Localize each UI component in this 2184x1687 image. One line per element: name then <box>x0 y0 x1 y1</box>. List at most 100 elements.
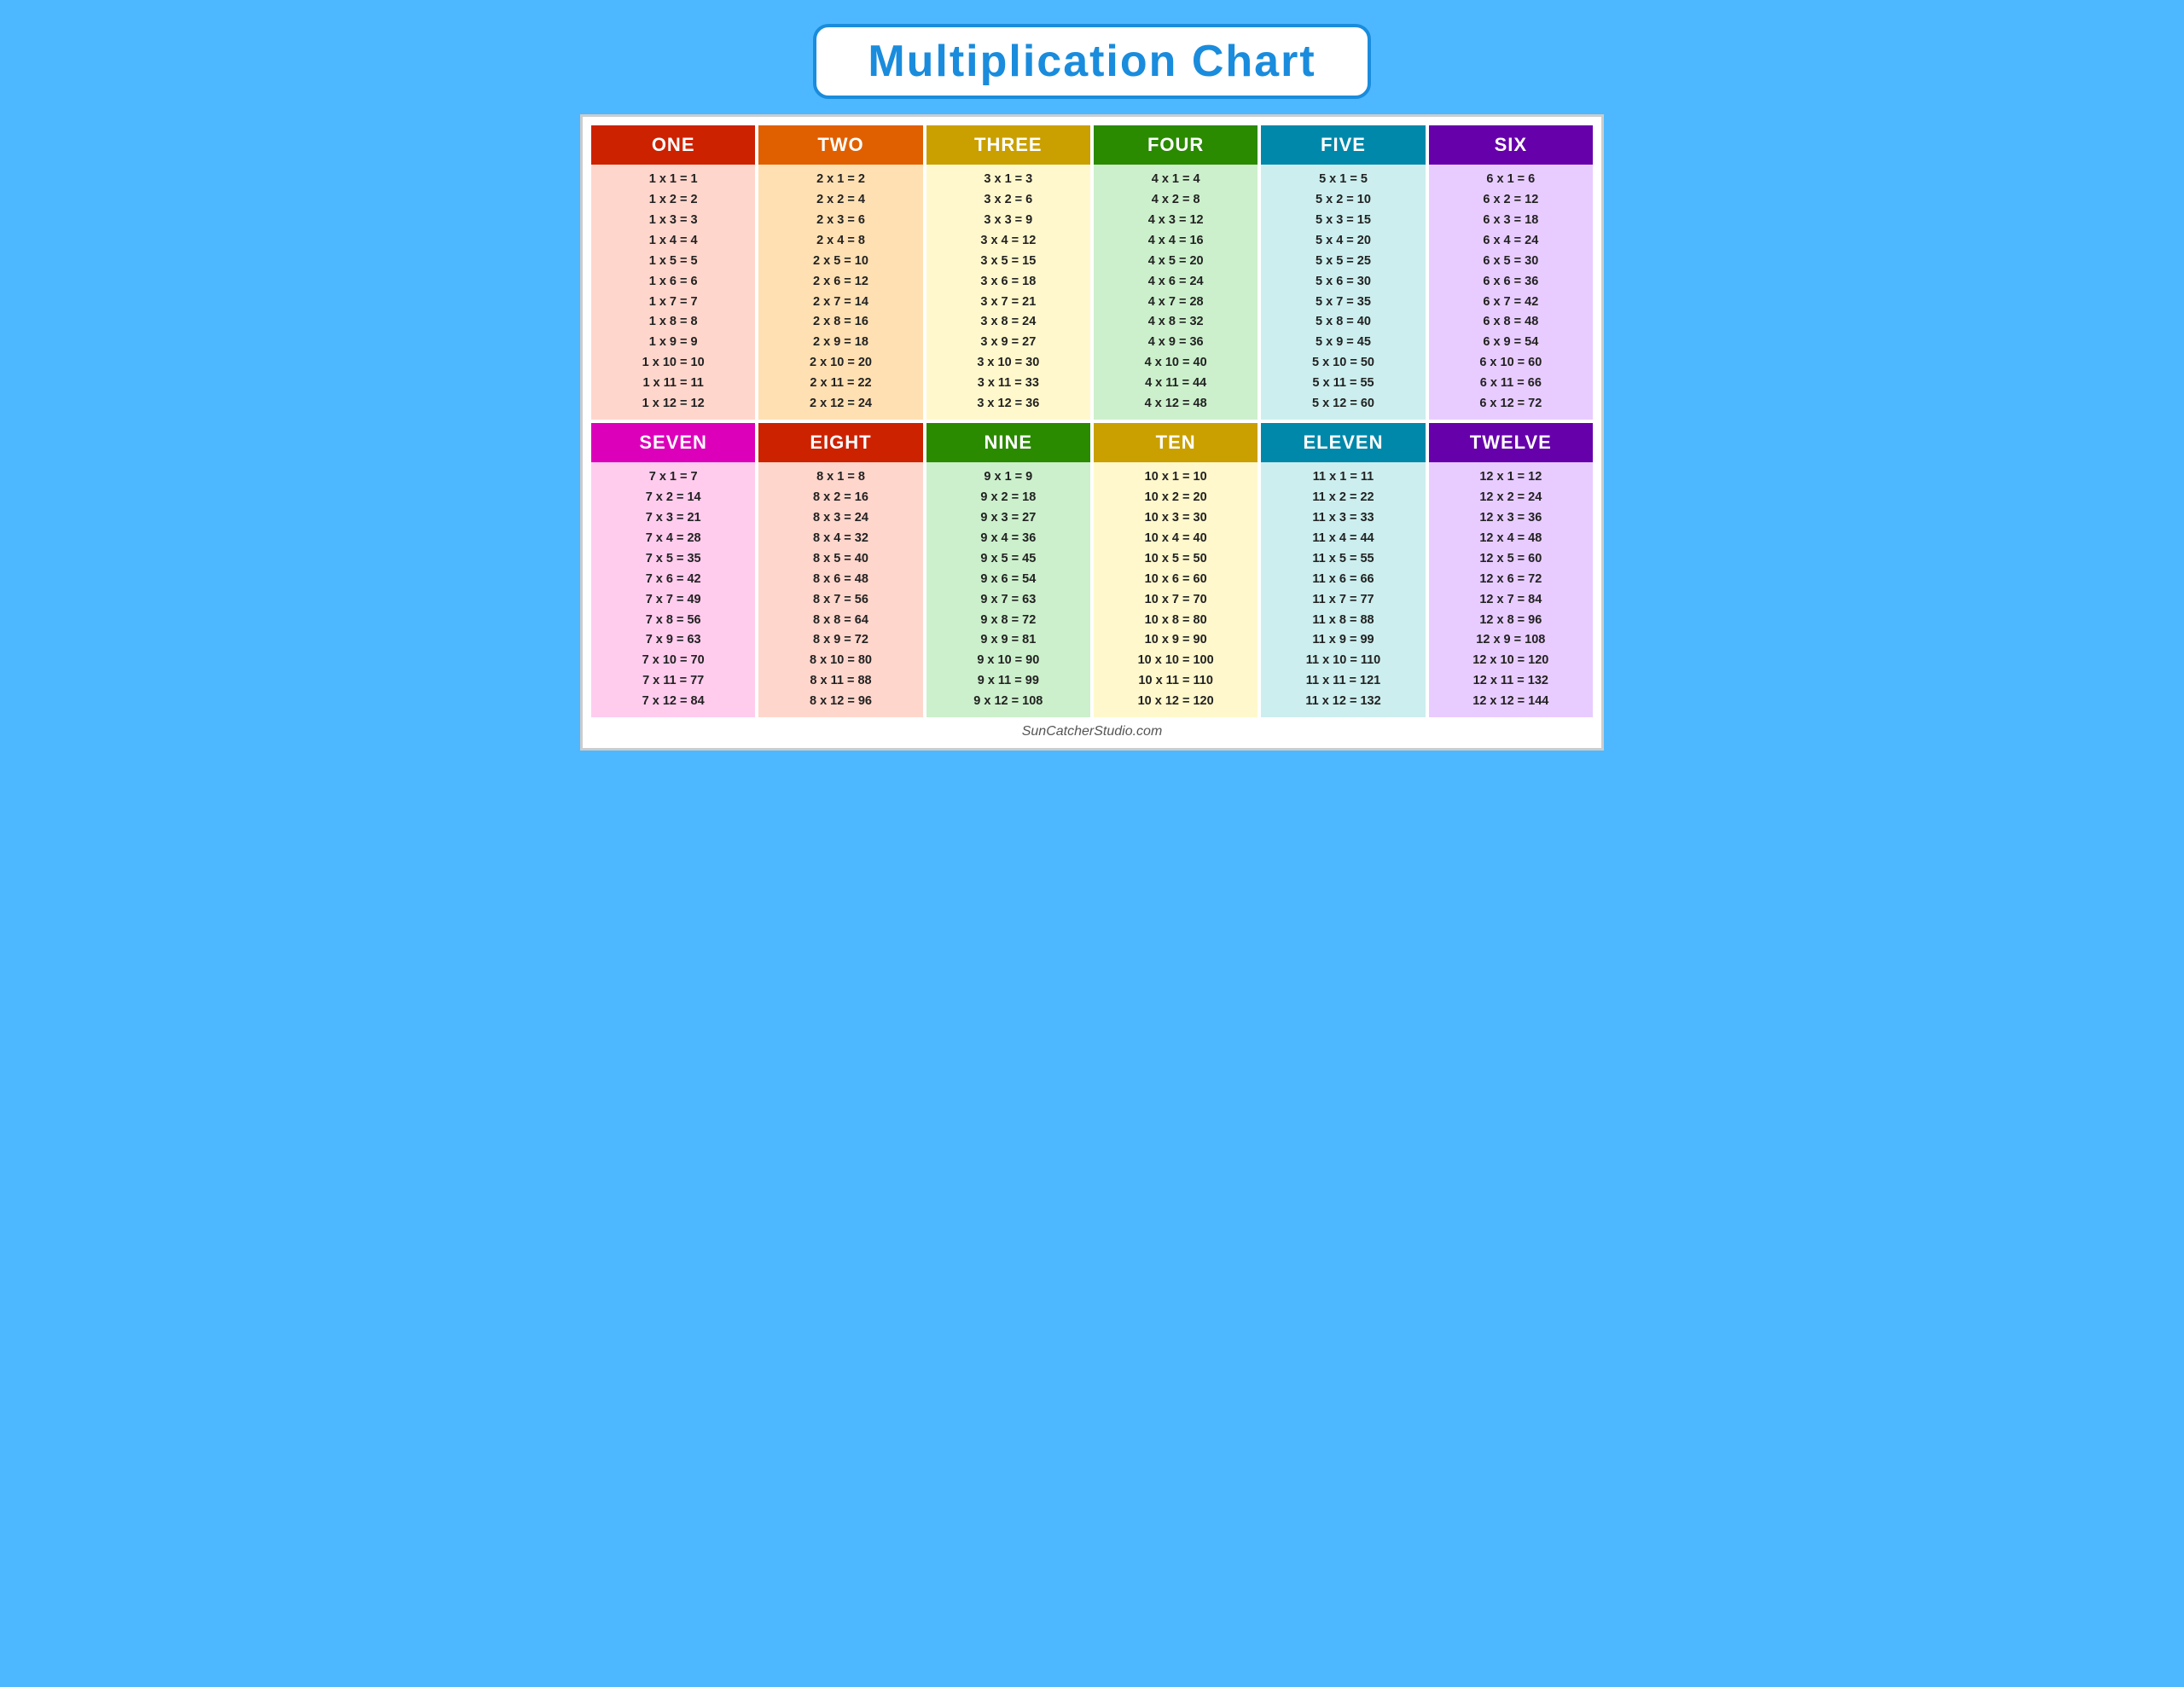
chart-wrapper: ONE1 x 1 = 11 x 2 = 21 x 3 = 31 x 4 = 41… <box>580 114 1604 751</box>
equation-twelve-9: 12 x 9 = 108 <box>1432 630 1589 651</box>
col-header-nine: NINE <box>926 423 1090 462</box>
equation-eleven-4: 11 x 4 = 44 <box>1264 529 1421 549</box>
equation-eleven-5: 11 x 5 = 55 <box>1264 549 1421 570</box>
col-header-eleven: ELEVEN <box>1261 423 1425 462</box>
equation-two-1: 2 x 1 = 2 <box>762 170 919 190</box>
equation-eight-4: 8 x 4 = 32 <box>762 529 919 549</box>
equation-five-9: 5 x 9 = 45 <box>1264 333 1421 353</box>
equation-eleven-2: 11 x 2 = 22 <box>1264 488 1421 508</box>
col-header-ten: TEN <box>1094 423 1258 462</box>
equation-one-1: 1 x 1 = 1 <box>595 170 752 190</box>
column-ten: TEN10 x 1 = 1010 x 2 = 2010 x 3 = 3010 x… <box>1094 423 1258 717</box>
col-body-ten: 10 x 1 = 1010 x 2 = 2010 x 3 = 3010 x 4 … <box>1094 462 1258 717</box>
equation-five-5: 5 x 5 = 25 <box>1264 252 1421 272</box>
equation-twelve-11: 12 x 11 = 132 <box>1432 671 1589 692</box>
column-six: SIX6 x 1 = 66 x 2 = 126 x 3 = 186 x 4 = … <box>1429 125 1593 420</box>
equation-four-4: 4 x 4 = 16 <box>1097 231 1254 252</box>
col-header-one: ONE <box>591 125 755 165</box>
equation-three-1: 3 x 1 = 3 <box>930 170 1087 190</box>
equation-eight-9: 8 x 9 = 72 <box>762 630 919 651</box>
equation-four-2: 4 x 2 = 8 <box>1097 190 1254 211</box>
equation-twelve-6: 12 x 6 = 72 <box>1432 570 1589 590</box>
equation-eight-10: 8 x 10 = 80 <box>762 651 919 671</box>
equation-ten-3: 10 x 3 = 30 <box>1097 508 1254 529</box>
equation-six-1: 6 x 1 = 6 <box>1432 170 1589 190</box>
column-one: ONE1 x 1 = 11 x 2 = 21 x 3 = 31 x 4 = 41… <box>591 125 755 420</box>
equation-eleven-11: 11 x 11 = 121 <box>1264 671 1421 692</box>
equation-five-6: 5 x 6 = 30 <box>1264 272 1421 293</box>
equation-ten-11: 10 x 11 = 110 <box>1097 671 1254 692</box>
equation-one-8: 1 x 8 = 8 <box>595 312 752 333</box>
column-four: FOUR4 x 1 = 44 x 2 = 84 x 3 = 124 x 4 = … <box>1094 125 1258 420</box>
equation-three-6: 3 x 6 = 18 <box>930 272 1087 293</box>
equation-one-11: 1 x 11 = 11 <box>595 374 752 394</box>
equation-ten-6: 10 x 6 = 60 <box>1097 570 1254 590</box>
equation-four-6: 4 x 6 = 24 <box>1097 272 1254 293</box>
equation-three-8: 3 x 8 = 24 <box>930 312 1087 333</box>
equation-one-7: 1 x 7 = 7 <box>595 293 752 313</box>
equation-nine-4: 9 x 4 = 36 <box>930 529 1087 549</box>
equation-five-2: 5 x 2 = 10 <box>1264 190 1421 211</box>
equation-four-7: 4 x 7 = 28 <box>1097 293 1254 313</box>
title-container: Multiplication Chart <box>813 24 1370 99</box>
equation-one-3: 1 x 3 = 3 <box>595 211 752 231</box>
equation-ten-5: 10 x 5 = 50 <box>1097 549 1254 570</box>
equation-one-6: 1 x 6 = 6 <box>595 272 752 293</box>
equation-four-11: 4 x 11 = 44 <box>1097 374 1254 394</box>
equation-seven-5: 7 x 5 = 35 <box>595 549 752 570</box>
col-body-seven: 7 x 1 = 77 x 2 = 147 x 3 = 217 x 4 = 287… <box>591 462 755 717</box>
equation-six-5: 6 x 5 = 30 <box>1432 252 1589 272</box>
col-body-five: 5 x 1 = 55 x 2 = 105 x 3 = 155 x 4 = 205… <box>1261 165 1425 420</box>
equation-eight-2: 8 x 2 = 16 <box>762 488 919 508</box>
equation-nine-2: 9 x 2 = 18 <box>930 488 1087 508</box>
column-five: FIVE5 x 1 = 55 x 2 = 105 x 3 = 155 x 4 =… <box>1261 125 1425 420</box>
equation-eight-1: 8 x 1 = 8 <box>762 467 919 488</box>
equation-four-8: 4 x 8 = 32 <box>1097 312 1254 333</box>
column-seven: SEVEN7 x 1 = 77 x 2 = 147 x 3 = 217 x 4 … <box>591 423 755 717</box>
equation-one-4: 1 x 4 = 4 <box>595 231 752 252</box>
equation-four-5: 4 x 5 = 20 <box>1097 252 1254 272</box>
equation-three-10: 3 x 10 = 30 <box>930 353 1087 374</box>
equation-six-7: 6 x 7 = 42 <box>1432 293 1589 313</box>
equation-one-5: 1 x 5 = 5 <box>595 252 752 272</box>
equation-seven-4: 7 x 4 = 28 <box>595 529 752 549</box>
equation-three-4: 3 x 4 = 12 <box>930 231 1087 252</box>
col-header-twelve: TWELVE <box>1429 423 1593 462</box>
equation-four-9: 4 x 9 = 36 <box>1097 333 1254 353</box>
equation-twelve-10: 12 x 10 = 120 <box>1432 651 1589 671</box>
equation-five-7: 5 x 7 = 35 <box>1264 293 1421 313</box>
equation-five-8: 5 x 8 = 40 <box>1264 312 1421 333</box>
equation-two-4: 2 x 4 = 8 <box>762 231 919 252</box>
equation-nine-12: 9 x 12 = 108 <box>930 692 1087 712</box>
equation-eight-3: 8 x 3 = 24 <box>762 508 919 529</box>
equation-seven-7: 7 x 7 = 49 <box>595 590 752 611</box>
equation-four-10: 4 x 10 = 40 <box>1097 353 1254 374</box>
equation-seven-9: 7 x 9 = 63 <box>595 630 752 651</box>
col-body-twelve: 12 x 1 = 1212 x 2 = 2412 x 3 = 3612 x 4 … <box>1429 462 1593 717</box>
col-body-eleven: 11 x 1 = 1111 x 2 = 2211 x 3 = 3311 x 4 … <box>1261 462 1425 717</box>
equation-six-11: 6 x 11 = 66 <box>1432 374 1589 394</box>
column-twelve: TWELVE12 x 1 = 1212 x 2 = 2412 x 3 = 361… <box>1429 423 1593 717</box>
equation-twelve-1: 12 x 1 = 12 <box>1432 467 1589 488</box>
equation-seven-6: 7 x 6 = 42 <box>595 570 752 590</box>
column-two: TWO2 x 1 = 22 x 2 = 42 x 3 = 62 x 4 = 82… <box>758 125 922 420</box>
equation-nine-7: 9 x 7 = 63 <box>930 590 1087 611</box>
col-body-eight: 8 x 1 = 88 x 2 = 168 x 3 = 248 x 4 = 32 8… <box>758 462 922 717</box>
equation-seven-3: 7 x 3 = 21 <box>595 508 752 529</box>
equation-eight-11: 8 x 11 = 88 <box>762 671 919 692</box>
equation-eleven-7: 11 x 7 = 77 <box>1264 590 1421 611</box>
page-title: Multiplication Chart <box>868 36 1316 87</box>
equation-seven-1: 7 x 1 = 7 <box>595 467 752 488</box>
equation-ten-7: 10 x 7 = 70 <box>1097 590 1254 611</box>
col-body-two: 2 x 1 = 22 x 2 = 42 x 3 = 62 x 4 = 82 x … <box>758 165 922 420</box>
equation-three-11: 3 x 11 = 33 <box>930 374 1087 394</box>
equation-twelve-5: 12 x 5 = 60 <box>1432 549 1589 570</box>
equation-two-8: 2 x 8 = 16 <box>762 312 919 333</box>
bottom-row: SEVEN7 x 1 = 77 x 2 = 147 x 3 = 217 x 4 … <box>591 423 1593 717</box>
equation-four-1: 4 x 1 = 4 <box>1097 170 1254 190</box>
equation-ten-8: 10 x 8 = 80 <box>1097 611 1254 631</box>
equation-nine-5: 9 x 5 = 45 <box>930 549 1087 570</box>
equation-four-3: 4 x 3 = 12 <box>1097 211 1254 231</box>
equation-seven-8: 7 x 8 = 56 <box>595 611 752 631</box>
equation-six-12: 6 x 12 = 72 <box>1432 394 1589 415</box>
